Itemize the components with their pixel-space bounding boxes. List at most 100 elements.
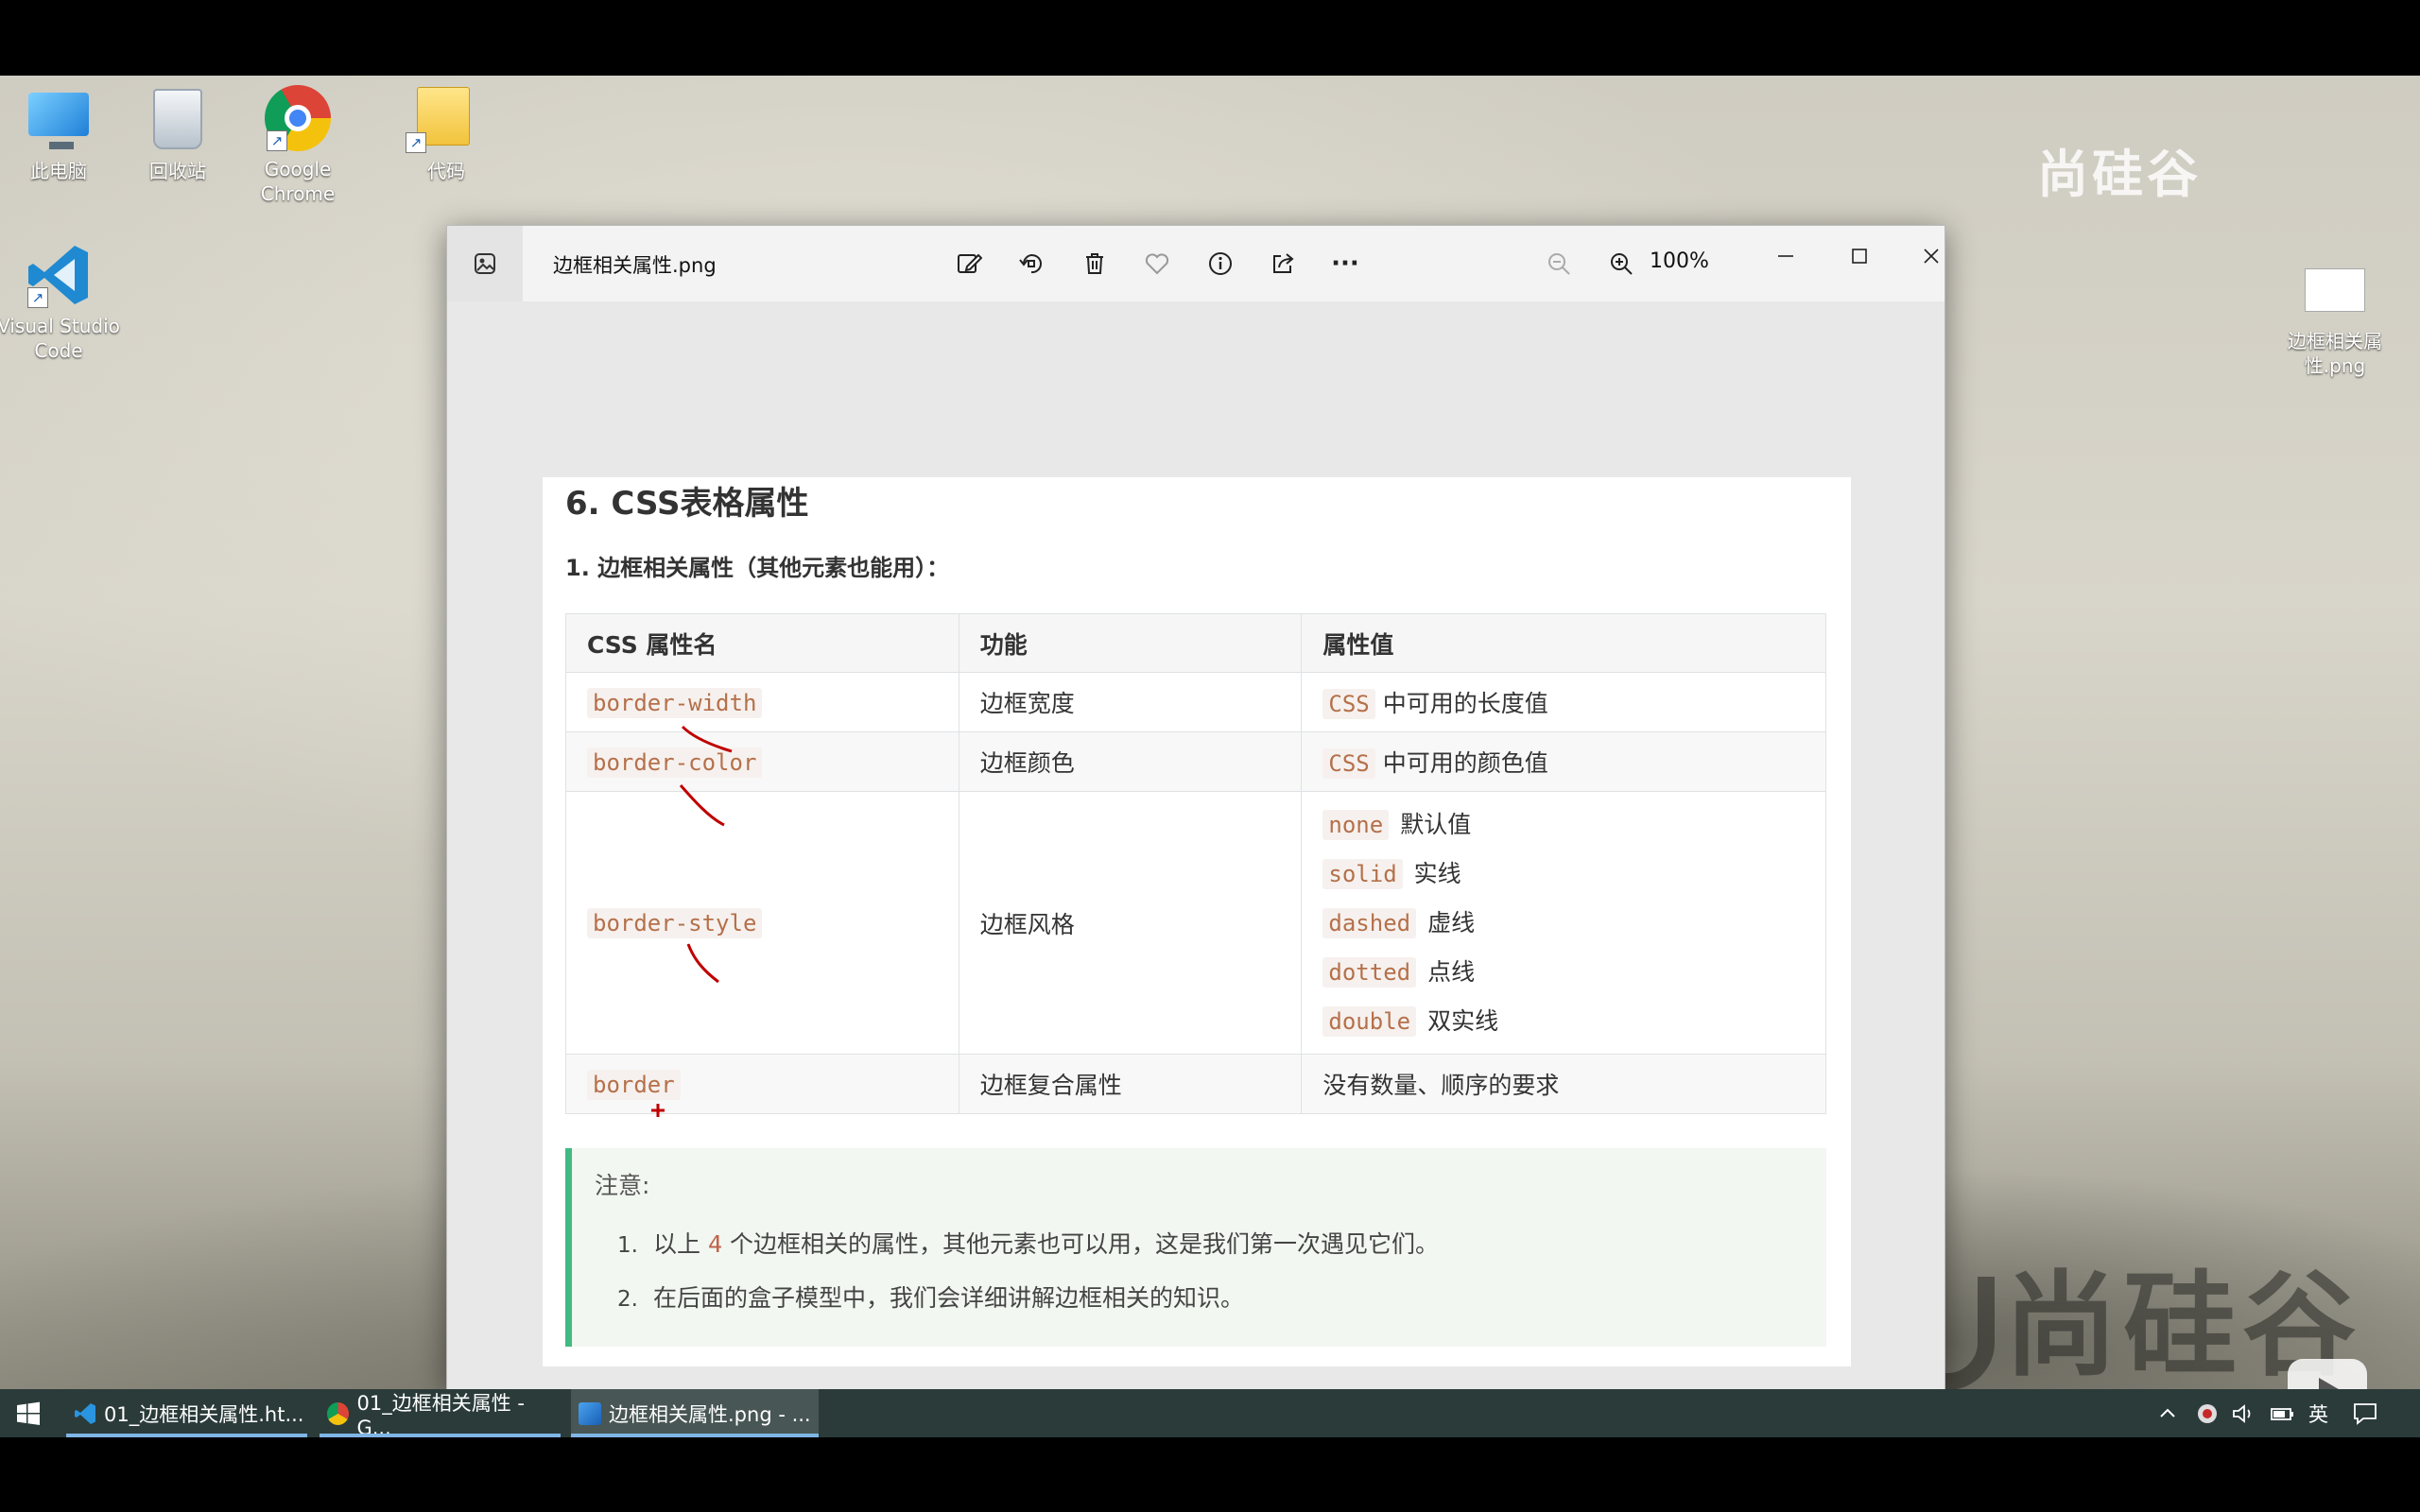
favorite-icon xyxy=(1145,253,1169,275)
table-cell: 边框颜色 xyxy=(958,731,1303,792)
tray-show-hidden[interactable] xyxy=(2157,1389,2178,1437)
desktop: 此电脑 回收站 ↗ Google Chrome ↗ 代码 ↗ Visual St… xyxy=(0,76,2420,1389)
shortcut-arrow-icon: ↗ xyxy=(267,130,287,151)
speaker-icon xyxy=(2233,1403,2251,1423)
zoom-out-icon xyxy=(1548,253,1570,275)
table-row: border 边框复合属性 没有数量、顺序的要求 xyxy=(565,1054,1826,1114)
chevron-up-icon xyxy=(2160,1408,2175,1418)
minimize-button[interactable] xyxy=(1765,235,1806,277)
table-cell: border-color xyxy=(565,731,959,792)
photo-viewer-window: 边框相关属性.png ··· 100% 6. CSS表格属性 1. 边框相关属性… xyxy=(446,225,1945,1389)
pen-annotation xyxy=(679,784,725,827)
tray-app[interactable] xyxy=(2195,1389,2220,1437)
recycle-bin-icon xyxy=(145,87,211,153)
table-row: border-color 边框颜色 CSS 中可用的颜色值 xyxy=(565,731,1826,792)
zoom-out-button[interactable] xyxy=(1538,243,1580,284)
desktop-icon-label: Google Chrome xyxy=(260,158,336,205)
style-value: dotted 点线 xyxy=(1322,948,1805,997)
table-cell: 边框复合属性 xyxy=(958,1054,1303,1114)
desktop-icon-chrome[interactable]: ↗ Google Chrome xyxy=(241,85,354,206)
computer-icon xyxy=(26,87,92,153)
property-name: border xyxy=(587,1069,681,1100)
value-text: 中可用的长度值 xyxy=(1382,690,1548,717)
table-cell: border xyxy=(565,1054,959,1114)
table-cell: CSS 中可用的长度值 xyxy=(1301,672,1826,732)
table-row: border-style 边框风格 none 默认值 solid 实线 dashed… xyxy=(565,791,1826,1055)
table-cell: CSS 中可用的颜色值 xyxy=(1301,731,1826,792)
chrome-icon xyxy=(327,1401,350,1425)
value-code: CSS xyxy=(1322,748,1375,779)
edit-image-button[interactable] xyxy=(948,243,990,284)
taskbar: 01_边框相关属性.ht... 01_边框相关属性 - G... 边框相关属性.… xyxy=(0,1389,2420,1439)
taskbar-item-vscode[interactable]: 01_边框相关属性.ht... xyxy=(66,1389,307,1437)
table-cell: 边框风格 xyxy=(958,791,1303,1055)
desktop-icon-label: 此电脑 xyxy=(30,160,87,182)
table-cell: border-width xyxy=(565,672,959,732)
note-block: 注意: 1. 以上 4 个边框相关的属性，其他元素也可以用，这是我们第一次遇见它们… xyxy=(565,1148,1826,1347)
doc-heading: 6. CSS表格属性 xyxy=(565,485,809,523)
minimize-icon xyxy=(1778,255,1793,257)
desktop-icon-png-file[interactable]: 边框相关属性.png xyxy=(2278,257,2392,378)
vscode-icon: ↗ xyxy=(26,242,92,308)
more-button[interactable]: ··· xyxy=(1324,243,1366,284)
photos-app-icon[interactable] xyxy=(447,226,523,301)
image-canvas: 6. CSS表格属性 1. 边框相关属性（其他元素也能用）： CSS 属性名 功… xyxy=(447,301,1945,1389)
photos-icon xyxy=(579,1401,601,1425)
tray-battery[interactable] xyxy=(2269,1389,2295,1437)
folder-icon: ↗ xyxy=(385,87,470,153)
pen-annotation xyxy=(651,1104,665,1117)
table-header: CSS 属性名 xyxy=(565,613,959,673)
share-icon xyxy=(1273,253,1294,273)
desktop-icon-label: 边框相关属性.png xyxy=(2288,330,2382,377)
notification-icon xyxy=(2354,1402,2377,1425)
start-button[interactable] xyxy=(0,1389,57,1437)
edit-image-icon xyxy=(958,253,982,273)
table-cell: none 默认值 solid 实线 dashed 虚线 dotted 点线 double… xyxy=(1301,791,1826,1055)
vscode-icon xyxy=(75,1402,95,1424)
info-icon xyxy=(1209,252,1232,275)
taskbar-item-label: 01_边框相关属性.ht... xyxy=(104,1402,304,1426)
chrome-icon: ↗ xyxy=(265,85,331,151)
tray-app-icon xyxy=(2198,1403,2217,1423)
zoom-level[interactable]: 100% xyxy=(1650,249,1709,273)
property-name: border-width xyxy=(587,687,763,718)
favorite-button[interactable] xyxy=(1136,243,1178,284)
taskbar-item-photos[interactable]: 边框相关属性.png - ... xyxy=(571,1389,819,1437)
delete-button[interactable] xyxy=(1074,243,1115,284)
shortcut-arrow-icon: ↗ xyxy=(406,132,426,153)
play-icon[interactable] xyxy=(2288,1359,2367,1389)
note-title: 注意: xyxy=(595,1172,650,1199)
taskbar-item-chrome[interactable]: 01_边框相关属性 - G... xyxy=(320,1389,561,1439)
pen-annotation xyxy=(686,943,719,984)
desktop-icon-code-folder[interactable]: ↗ 代码 xyxy=(361,87,475,183)
desktop-icon-label: 回收站 xyxy=(149,160,206,182)
value-code: CSS xyxy=(1322,689,1375,719)
maximize-button[interactable] xyxy=(1839,235,1880,277)
property-name: border-style xyxy=(587,908,763,938)
table-header-row: CSS 属性名 功能 属性值 xyxy=(565,613,1826,673)
share-button[interactable] xyxy=(1262,243,1304,284)
maximize-icon xyxy=(1852,249,1867,264)
info-button[interactable] xyxy=(1200,243,1241,284)
tray-volume[interactable] xyxy=(2231,1389,2256,1437)
tray-notifications[interactable] xyxy=(2352,1389,2378,1437)
value-text: 中可用的颜色值 xyxy=(1382,749,1548,777)
style-value: none 默认值 xyxy=(1322,800,1805,850)
rotate-button[interactable] xyxy=(1011,243,1052,284)
zoom-in-button[interactable] xyxy=(1600,243,1642,284)
window-title: 边框相关属性.png xyxy=(553,254,717,277)
style-value: double 双实线 xyxy=(1322,997,1805,1046)
table-cell: 边框宽度 xyxy=(958,672,1303,732)
desktop-icon-this-pc[interactable]: 此电脑 xyxy=(2,87,115,183)
battery-icon xyxy=(2271,1407,2293,1420)
desktop-icon-vscode[interactable]: ↗ Visual Studio Code xyxy=(0,242,120,363)
tray-ime[interactable]: 英 xyxy=(2308,1389,2328,1437)
desktop-icon-recycle-bin[interactable]: 回收站 xyxy=(121,87,234,183)
table-header: 属性值 xyxy=(1301,613,1826,673)
table-cell: border-style xyxy=(565,791,959,1055)
close-icon xyxy=(1924,249,1939,264)
rotate-icon xyxy=(1019,254,1042,274)
desktop-icon-label: Visual Studio Code xyxy=(0,315,120,362)
close-button[interactable] xyxy=(1910,235,1952,277)
table-row: border-width 边框宽度 CSS 中可用的长度值 xyxy=(565,672,1826,732)
